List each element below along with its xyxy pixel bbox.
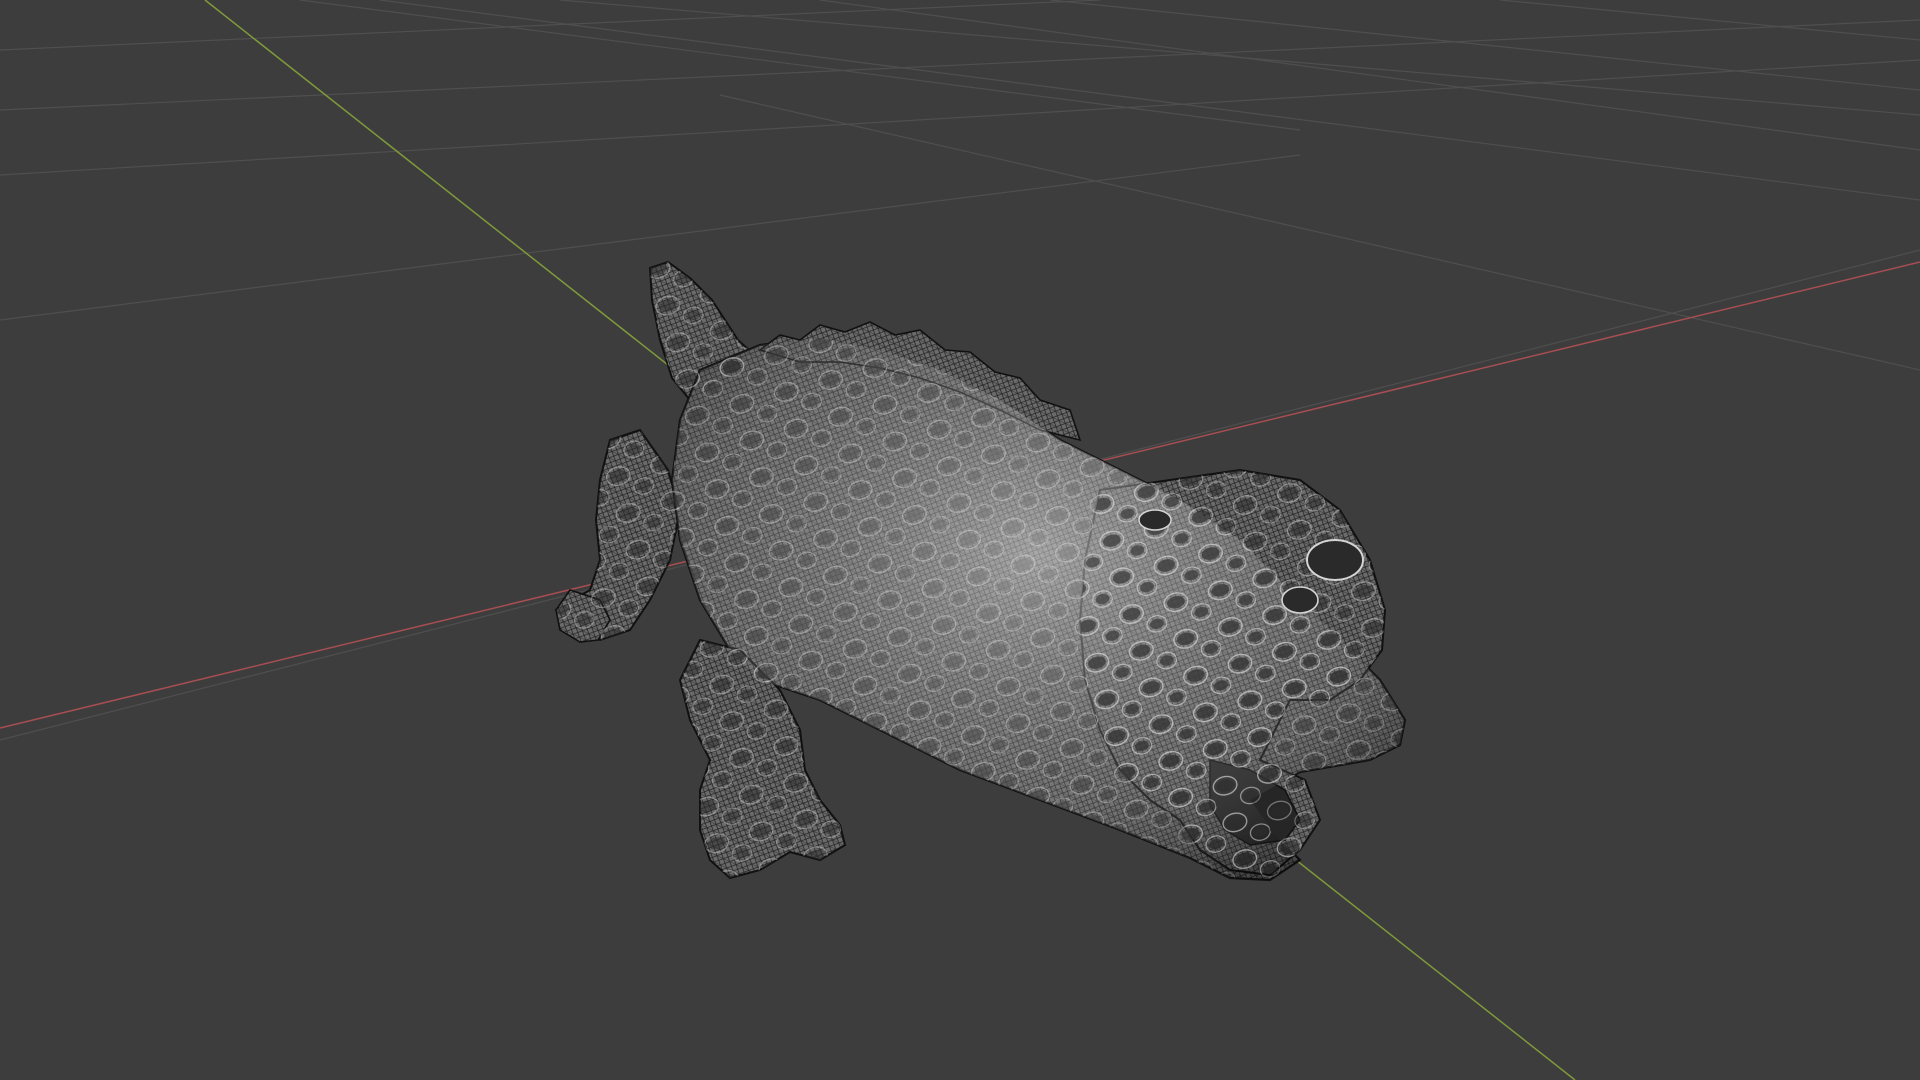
crocodile-mesh[interactable] — [554, 260, 1407, 882]
viewport-canvas[interactable] — [0, 0, 1920, 1080]
3d-viewport[interactable] — [0, 0, 1920, 1080]
